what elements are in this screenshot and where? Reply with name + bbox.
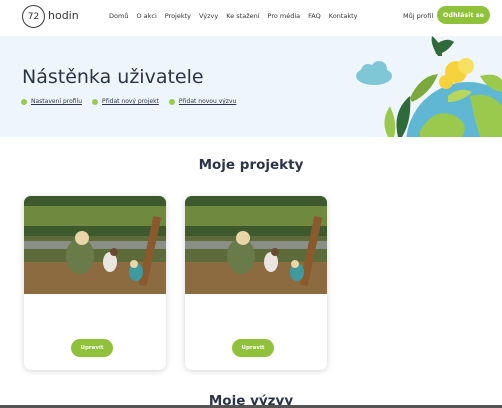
profile-settings-label: Nastavení profilu [31,98,83,105]
nav-item-about[interactable]: O akci [136,12,156,20]
bullet-icon [168,98,175,105]
project-card: Upravit [185,196,327,370]
edit-project-button[interactable]: Upravit [232,339,274,357]
globe-leaves-illustration [356,36,502,137]
logo-number: 72 [27,11,40,22]
add-challenge-label: Přidat novou výzvu [178,98,237,105]
my-profile-link[interactable]: Můj profil [403,12,433,20]
hero-links: Nastavení profilu Přidat nový projekt Př… [21,98,236,105]
bullet-icon [21,98,27,105]
cloud-icon [356,61,392,85]
add-project-link[interactable]: Přidat nový projekt [92,98,159,105]
project-photo [24,196,166,294]
add-challenge-link[interactable]: Přidat novou výzvu [168,98,237,105]
bullet-icon [92,98,99,105]
hero-banner: Nástěnka uživatele Nastavení profilu Při… [0,36,502,137]
main-nav: Domů O akci Projekty Výzvy Ke stažení Pr… [109,12,357,20]
logo-circle[interactable]: 72 [22,5,45,28]
logout-button[interactable]: Odhlásit se [437,6,490,24]
page-title: Nástěnka uživatele [22,66,204,88]
projects-heading: Moje projekty [198,157,304,173]
profile-settings-link[interactable]: Nastavení profilu [21,98,82,105]
site-header: 72 hodin Domů O akci Projekty Výzvy Ke s… [0,0,502,33]
nav-item-challenges[interactable]: Výzvy [199,12,218,20]
project-card: Upravit [24,196,166,370]
project-photo [185,196,327,294]
logo-text[interactable]: hodin [48,9,79,22]
nav-item-home[interactable]: Domů [109,12,128,20]
nav-item-projects[interactable]: Projekty [165,12,191,20]
edit-project-button[interactable]: Upravit [71,339,113,357]
nav-item-contacts[interactable]: Kontakty [329,12,358,20]
nav-item-media[interactable]: Pro média [268,12,301,20]
add-project-label: Přidat nový projekt [102,98,159,105]
nav-item-faq[interactable]: FAQ [308,12,321,20]
nav-item-downloads[interactable]: Ke stažení [226,12,259,20]
